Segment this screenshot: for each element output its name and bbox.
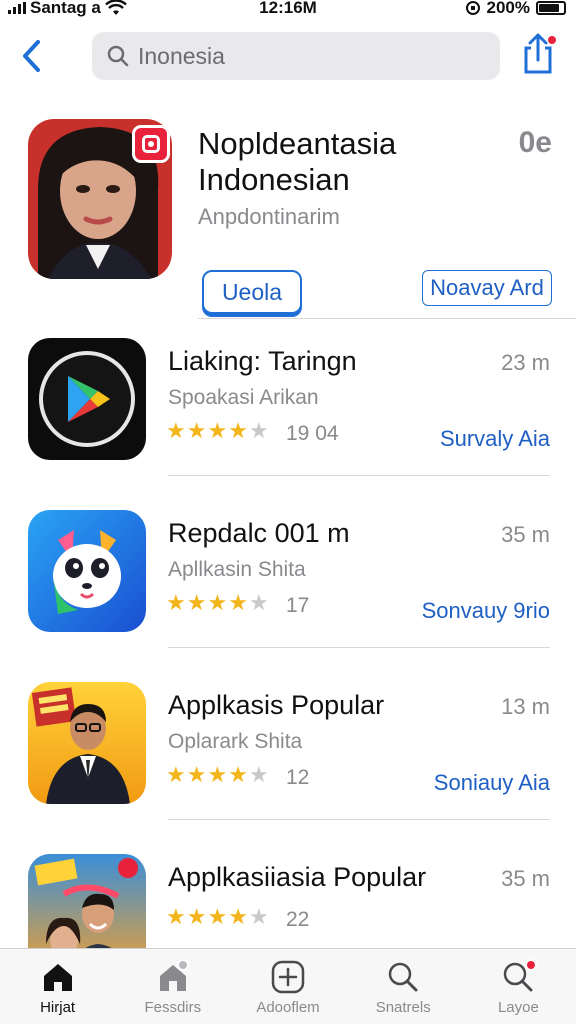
app-action-button[interactable]: Soniauy Aia xyxy=(434,770,550,796)
star-empty-icon: ★ xyxy=(248,904,269,929)
star-icon: ★ xyxy=(186,904,207,929)
star-icon: ★ xyxy=(228,590,248,615)
star-rating: ★ ★ ★ ★ ★ xyxy=(166,904,269,930)
nav-bar xyxy=(0,30,576,82)
star-icon: ★ xyxy=(166,418,186,443)
star-icon: ★ xyxy=(207,418,228,443)
app-size: 35 m xyxy=(501,866,550,891)
app-name: Applkasiiasia Popular xyxy=(168,862,427,892)
list-item[interactable]: Applkasis Popular Oplarark Shita ★ ★ ★ ★ ★ 1… xyxy=(0,682,576,854)
chevron-left-icon xyxy=(23,40,40,72)
star-icon: ★ xyxy=(186,418,207,443)
star-half-icon: ★ xyxy=(248,418,269,443)
get-button[interactable]: Ueola xyxy=(202,270,302,314)
star-icon: ★ xyxy=(186,590,207,615)
star-icon: ★ xyxy=(166,590,186,615)
app-subtitle: Spoakasi Arikan xyxy=(168,386,319,409)
status-bar: Santag a 12:16M 200% xyxy=(0,0,576,22)
divider xyxy=(168,647,550,648)
tab-label: Adooflem xyxy=(256,999,320,1016)
rating-count: 19 04 xyxy=(286,422,339,445)
divider xyxy=(168,819,550,820)
camera-badge-icon xyxy=(132,125,170,163)
app-name: Repdalc 001 m xyxy=(168,518,350,548)
notification-dot xyxy=(524,959,537,971)
star-icon: ★ xyxy=(207,762,228,787)
share-icon xyxy=(524,33,556,74)
star-icon: ★ xyxy=(228,904,248,929)
star-rating: ★ ★ ★ ★ ★ xyxy=(166,418,269,444)
secondary-button[interactable]: Noavay Ard xyxy=(422,270,552,306)
share-button[interactable] xyxy=(518,32,558,76)
app-subtitle: Oplarark Shita xyxy=(168,730,303,753)
rating-count: 12 xyxy=(286,766,310,789)
tab-label: Hirjat xyxy=(40,999,76,1016)
app-subtitle: Apllkasin Shita xyxy=(168,558,306,581)
tab-layout[interactable]: Layoe xyxy=(461,949,576,1024)
tab-home[interactable]: Hirjat xyxy=(0,949,115,1024)
app-list: Liaking: Taringn Spoakasi Arikan ★ ★ ★ ★ ★ 1… xyxy=(0,338,576,1024)
tab-features[interactable]: Fessdirs xyxy=(115,949,230,1024)
tab-add[interactable]: Adooflem xyxy=(230,949,345,1024)
featured-side-value: 0e xyxy=(518,126,552,159)
tab-label: Snatrels xyxy=(375,999,431,1016)
app-size: 35 m xyxy=(501,522,550,547)
app-name: Applkasis Popular xyxy=(168,690,385,720)
orientation-lock-icon xyxy=(465,1,480,15)
search-icon xyxy=(107,45,129,67)
panda-icon xyxy=(28,510,146,632)
app-name: Liaking: Taringn xyxy=(168,346,357,376)
divider xyxy=(198,318,576,319)
search-icon xyxy=(388,962,418,992)
list-item[interactable]: Liaking: Taringn Spoakasi Arikan ★ ★ ★ ★ ★ 1… xyxy=(0,338,576,510)
star-rating: ★ ★ ★ ★ ★ xyxy=(166,762,269,788)
star-icon: ★ xyxy=(228,418,248,443)
home-icon xyxy=(43,964,72,991)
status-right: 200% xyxy=(465,0,566,18)
tab-label: Fessdirs xyxy=(144,999,202,1016)
rating-count: 17 xyxy=(286,594,310,617)
divider xyxy=(168,475,550,476)
plus-icon xyxy=(271,960,305,994)
featured-title: Nopldeantasia Indonesian xyxy=(198,126,396,198)
app-size: 23 m xyxy=(501,350,550,375)
featured-title-line1: Nopldeantasia xyxy=(198,126,397,161)
star-icon: ★ xyxy=(207,904,228,929)
star-rating: ★ ★ ★ ★ ★ xyxy=(166,590,269,616)
featured-app: Nopldeantasia Indonesian Anpdontinarim 0… xyxy=(0,116,576,321)
featured-title-line2: Indonesian xyxy=(198,162,350,197)
featured-app-icon[interactable] xyxy=(28,119,172,279)
search-input[interactable] xyxy=(138,42,478,70)
tab-label: Layoe xyxy=(497,999,539,1016)
play-icon xyxy=(28,338,146,460)
battery-icon xyxy=(536,1,566,15)
back-button[interactable] xyxy=(16,34,48,78)
app-action-button[interactable]: Survaly Aia xyxy=(440,426,550,452)
battery-percent: 200% xyxy=(486,0,530,17)
app-action-button[interactable]: Sonvauy 9rio xyxy=(422,598,550,624)
star-icon: ★ xyxy=(207,590,228,615)
star-icon: ★ xyxy=(166,762,186,787)
list-item[interactable]: Repdalc 001 m Apllkasin Shita ★ ★ ★ ★ ★ 17 3… xyxy=(0,510,576,682)
star-icon: ★ xyxy=(186,762,207,787)
rating-count: 22 xyxy=(286,908,310,931)
star-half-icon: ★ xyxy=(248,590,269,615)
featured-subtitle: Anpdontinarim xyxy=(198,204,340,229)
star-icon: ★ xyxy=(166,904,186,929)
tab-bar: Hirjat Fessdirs Adooflem Snatrels Layoe xyxy=(0,948,576,1024)
star-icon: ★ xyxy=(228,762,248,787)
businessman-icon xyxy=(28,682,146,804)
tab-search[interactable]: Snatrels xyxy=(346,949,461,1024)
star-half-icon: ★ xyxy=(248,762,269,787)
search-bar[interactable] xyxy=(92,32,500,80)
app-size: 13 m xyxy=(501,694,550,719)
